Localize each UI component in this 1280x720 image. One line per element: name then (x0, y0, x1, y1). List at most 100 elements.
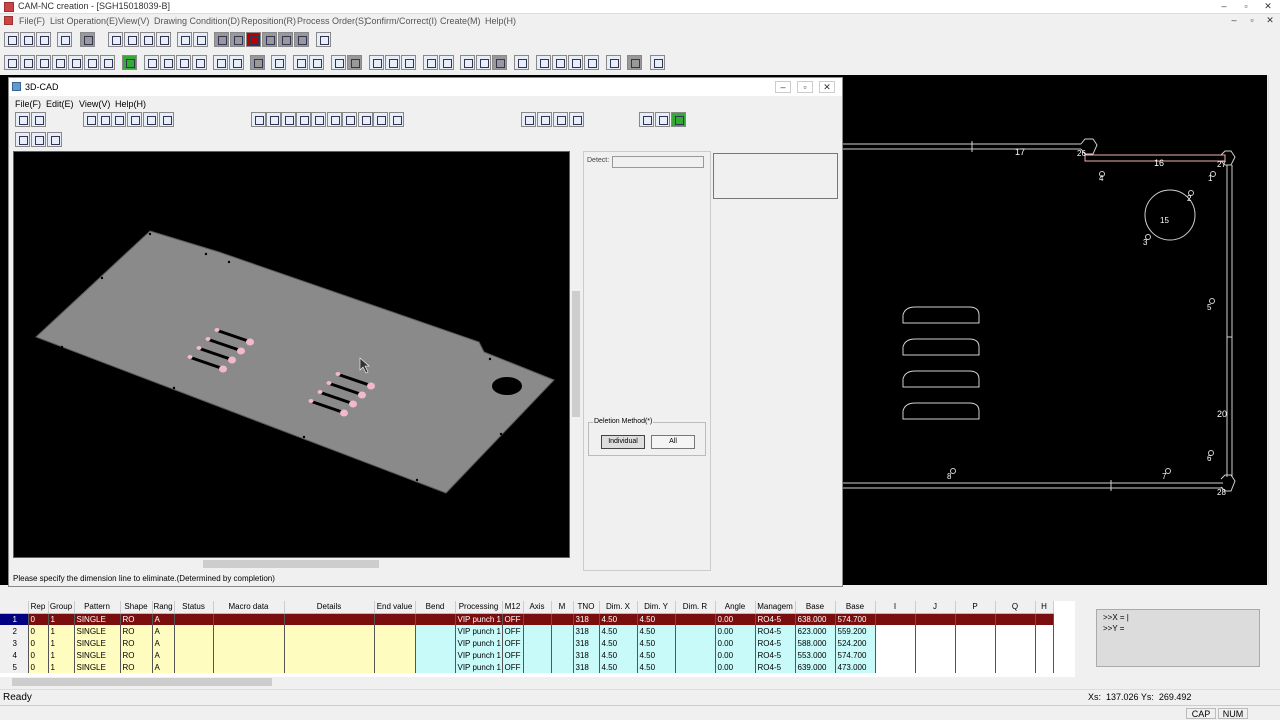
col-header[interactable]: M (551, 601, 574, 614)
table-cell[interactable] (213, 637, 285, 649)
doc-close-icon[interactable]: ✕ (1262, 15, 1278, 27)
machine-tool-2-icon[interactable] (627, 55, 642, 70)
cad-view-3-icon[interactable] (281, 112, 296, 127)
table-cell[interactable] (675, 625, 716, 637)
table-cell[interactable]: 2 (0, 625, 29, 637)
table-cell[interactable]: 639.000 (795, 661, 836, 673)
col-header[interactable]: Dim. X (599, 601, 638, 614)
table-cell[interactable] (1035, 613, 1054, 625)
menu-file[interactable]: File(F) (19, 16, 45, 26)
cad-tool-4-icon[interactable] (159, 112, 174, 127)
cad-view-2-icon[interactable] (266, 112, 281, 127)
gray-tool-3-icon[interactable] (262, 32, 277, 47)
table-cell[interactable] (551, 637, 574, 649)
cad-menu-help[interactable]: Help(H) (115, 99, 146, 109)
table-cell[interactable] (174, 661, 214, 673)
cad-view-6-icon[interactable] (373, 112, 388, 127)
coordinate-input-panel[interactable]: >>X = | >>Y = (1096, 609, 1260, 667)
table-cell[interactable]: VIP punch 1 (455, 661, 503, 673)
table-cell[interactable] (174, 625, 214, 637)
table-cell[interactable] (1035, 661, 1054, 673)
cad-misc-2-icon[interactable] (655, 112, 670, 127)
col-header[interactable]: Shape (120, 601, 153, 614)
cad-minimize-icon[interactable]: – (775, 81, 791, 93)
punch-tool-2-icon[interactable] (160, 55, 175, 70)
table-cell[interactable] (523, 649, 552, 661)
cad-hscroll-thumb[interactable] (203, 560, 379, 568)
table-cell[interactable] (675, 649, 716, 661)
cad-view-5-icon[interactable] (358, 112, 373, 127)
table-cell[interactable] (284, 649, 375, 661)
table-cell[interactable]: RO (120, 625, 153, 637)
table-cell[interactable]: 1 (0, 613, 29, 625)
table-cell[interactable]: 318 (573, 613, 600, 625)
table-cell[interactable]: 1 (48, 661, 75, 673)
table-cell[interactable]: VIP punch 1 (455, 649, 503, 661)
table-cell[interactable]: OFF (502, 637, 524, 649)
punch-tool-7-icon[interactable] (250, 55, 265, 70)
col-header[interactable]: Rang (152, 601, 175, 614)
col-header[interactable]: Managem (755, 601, 796, 614)
menu-list-operation[interactable]: List Operation(E) (50, 16, 118, 26)
punch-tool-4-icon[interactable] (192, 55, 207, 70)
new-file-icon[interactable] (4, 32, 19, 47)
individual-button[interactable]: Individual (601, 435, 645, 449)
table-cell[interactable]: 4.50 (637, 613, 676, 625)
doc-restore-icon[interactable]: ▫ (1244, 15, 1260, 27)
col-header[interactable]: Group (48, 601, 75, 614)
table-cell[interactable]: OFF (502, 649, 524, 661)
y-coordinate-input[interactable]: >>Y = (1103, 624, 1124, 633)
table-cell[interactable] (1035, 649, 1054, 661)
cad-view-1-icon[interactable] (251, 112, 266, 127)
table-cell[interactable]: 1 (48, 625, 75, 637)
table-row[interactable]: 4 0 1 SINGLE RO A VIP punch 1 OFF 318 4.50 4.50 0.0… (0, 649, 1054, 661)
table-cell[interactable]: 4.50 (637, 649, 676, 661)
table-cell[interactable] (1035, 625, 1054, 637)
order-tool-3-icon[interactable] (401, 55, 416, 70)
table-cell[interactable] (955, 661, 996, 673)
table-cell[interactable]: RO4-5 (755, 637, 796, 649)
list-tool-2-icon[interactable] (124, 32, 139, 47)
table-cell[interactable]: 4.50 (599, 625, 638, 637)
maximize-icon[interactable]: ▫ (1238, 1, 1254, 13)
sheet-tool-1-icon[interactable] (293, 55, 308, 70)
open-file-icon[interactable] (20, 32, 35, 47)
table-cell[interactable] (374, 637, 416, 649)
order-tool-1-icon[interactable] (369, 55, 384, 70)
table-cell[interactable] (415, 649, 456, 661)
table-row[interactable]: 1 0 1 SINGLE RO A VIP punch 1 OFF 318 4.50 4.50 0.0… (0, 613, 1054, 625)
table-cell[interactable]: A (152, 637, 175, 649)
table-cell[interactable] (213, 649, 285, 661)
punch-tool-1-icon[interactable] (144, 55, 159, 70)
table-cell[interactable]: 4.50 (599, 637, 638, 649)
stop-icon[interactable] (246, 32, 261, 47)
col-header[interactable]: Base (835, 601, 876, 614)
table-row[interactable]: 5 0 1 SINGLE RO A VIP punch 1 OFF 318 4.50 4.50 0.0… (0, 661, 1054, 673)
x-coordinate-input[interactable]: >>X = | (1103, 613, 1129, 622)
table-cell[interactable] (415, 625, 456, 637)
col-header[interactable]: Dim. R (675, 601, 716, 614)
table-cell[interactable]: SINGLE (74, 637, 121, 649)
table-cell[interactable] (284, 613, 375, 625)
create-tool-1-icon[interactable] (536, 55, 551, 70)
col-header[interactable]: Bend (415, 601, 456, 614)
table-cell[interactable] (915, 613, 956, 625)
table-cell[interactable] (955, 613, 996, 625)
table-cell[interactable]: 318 (573, 649, 600, 661)
table-cell[interactable] (213, 661, 285, 673)
check-tool-4-icon[interactable] (514, 55, 529, 70)
cad-view-7-icon[interactable] (389, 112, 404, 127)
table-cell[interactable]: 1 (48, 613, 75, 625)
print-icon[interactable] (57, 32, 72, 47)
table-cell[interactable]: RO (120, 637, 153, 649)
table-cell[interactable] (284, 637, 375, 649)
table-cell[interactable]: RO4-5 (755, 625, 796, 637)
cad-print-icon[interactable] (31, 112, 46, 127)
pattern-tool-2-icon[interactable] (193, 32, 208, 47)
table-cell[interactable] (955, 637, 996, 649)
green-tool-icon[interactable] (122, 55, 137, 70)
cad-menu-view[interactable]: View(V) (79, 99, 110, 109)
col-header[interactable]: J (915, 601, 956, 614)
col-header[interactable]: Pattern (74, 601, 121, 614)
minimize-icon[interactable]: – (1216, 1, 1232, 13)
